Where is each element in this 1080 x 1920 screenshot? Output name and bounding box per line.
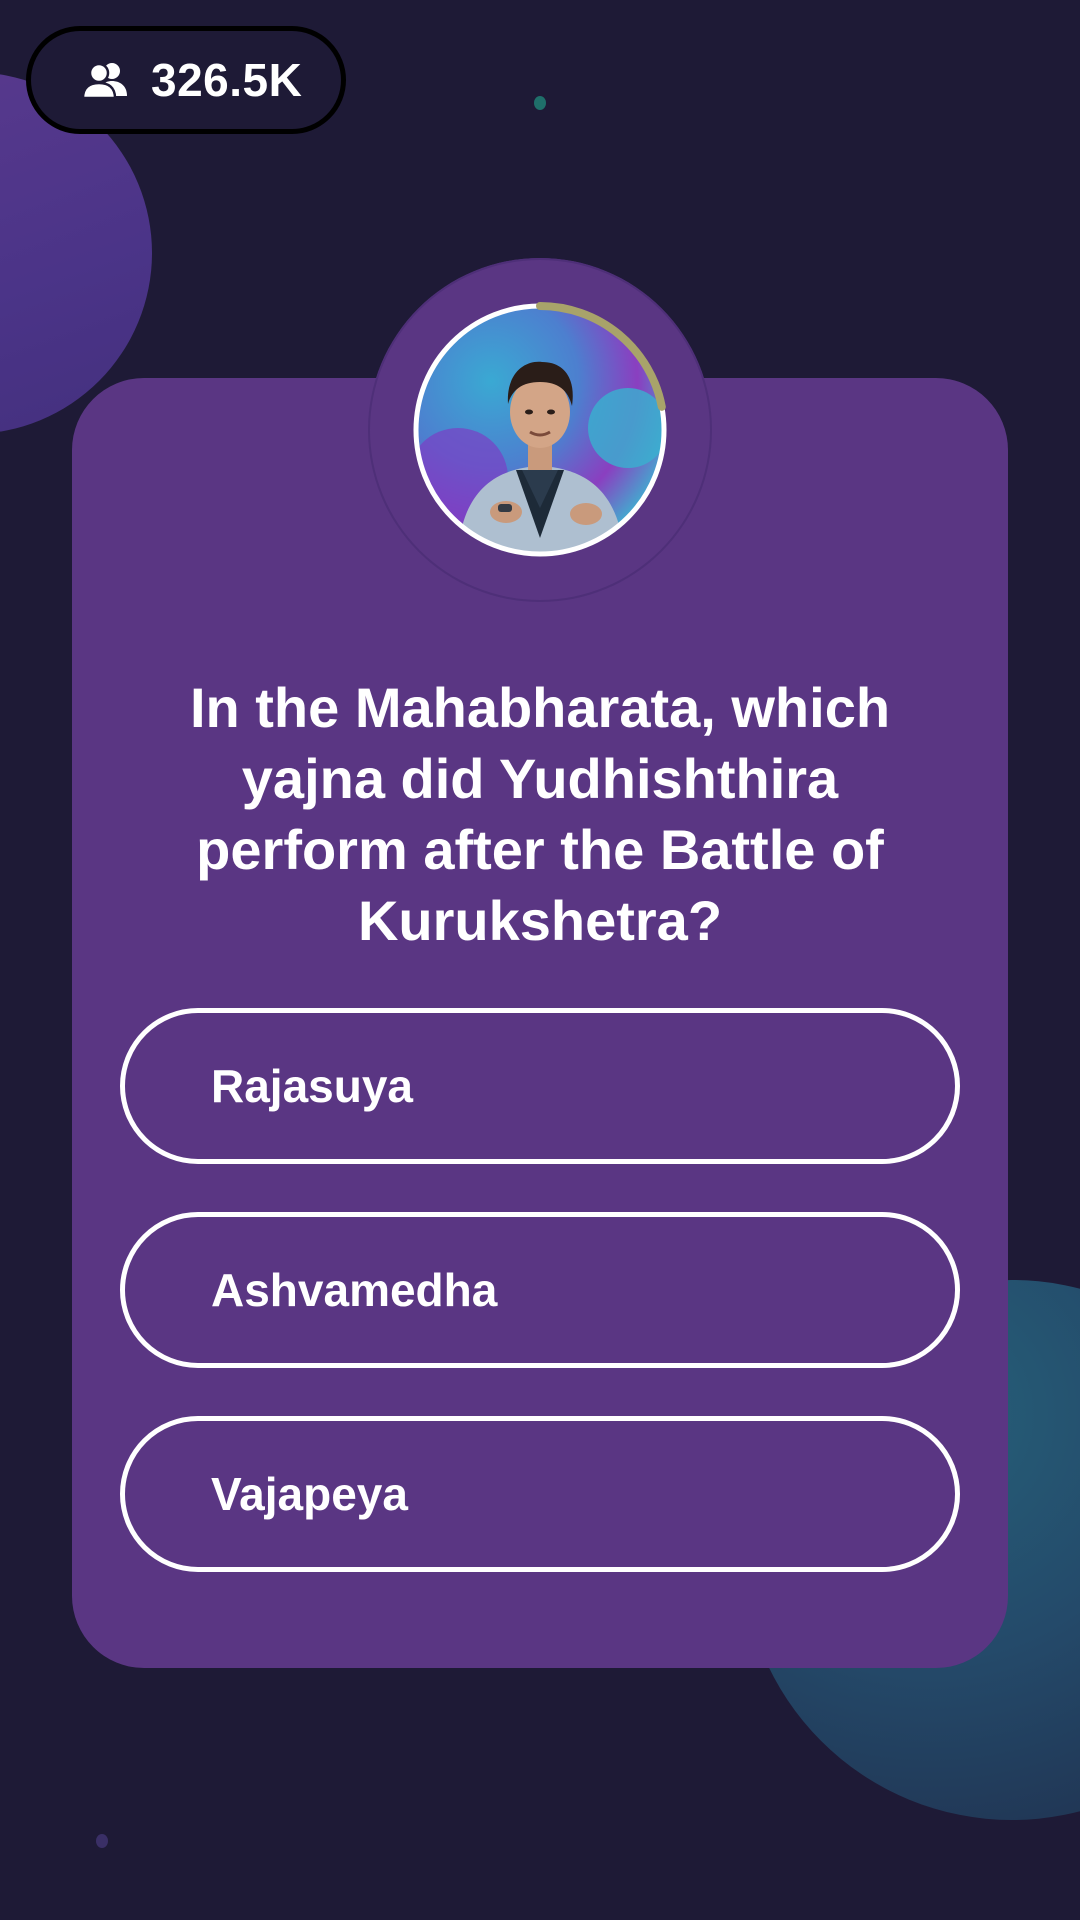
viewer-count: 326.5K — [151, 54, 303, 106]
decorative-dot — [96, 1834, 108, 1848]
answer-option-vajapeya[interactable]: Vajapeya — [120, 1416, 960, 1572]
viewer-count-badge: 326.5K — [26, 26, 346, 134]
quiz-screen: 326.5K In the Mahabharata, which yajna d… — [0, 0, 1080, 1920]
decorative-dot — [534, 96, 546, 110]
timer-ring — [412, 302, 668, 558]
question-text: In the Mahabharata, which yajna did Yudh… — [189, 676, 891, 952]
host-avatar — [410, 300, 670, 560]
answer-option-label: Rajasuya — [211, 1060, 414, 1112]
answer-option-label: Vajapeya — [211, 1468, 408, 1520]
answer-option-label: Ashvamedha — [211, 1264, 498, 1316]
answer-option-ashvamedha[interactable]: Ashvamedha — [120, 1212, 960, 1368]
users-icon — [81, 62, 127, 100]
answer-option-rajasuya[interactable]: Rajasuya — [120, 1008, 960, 1164]
